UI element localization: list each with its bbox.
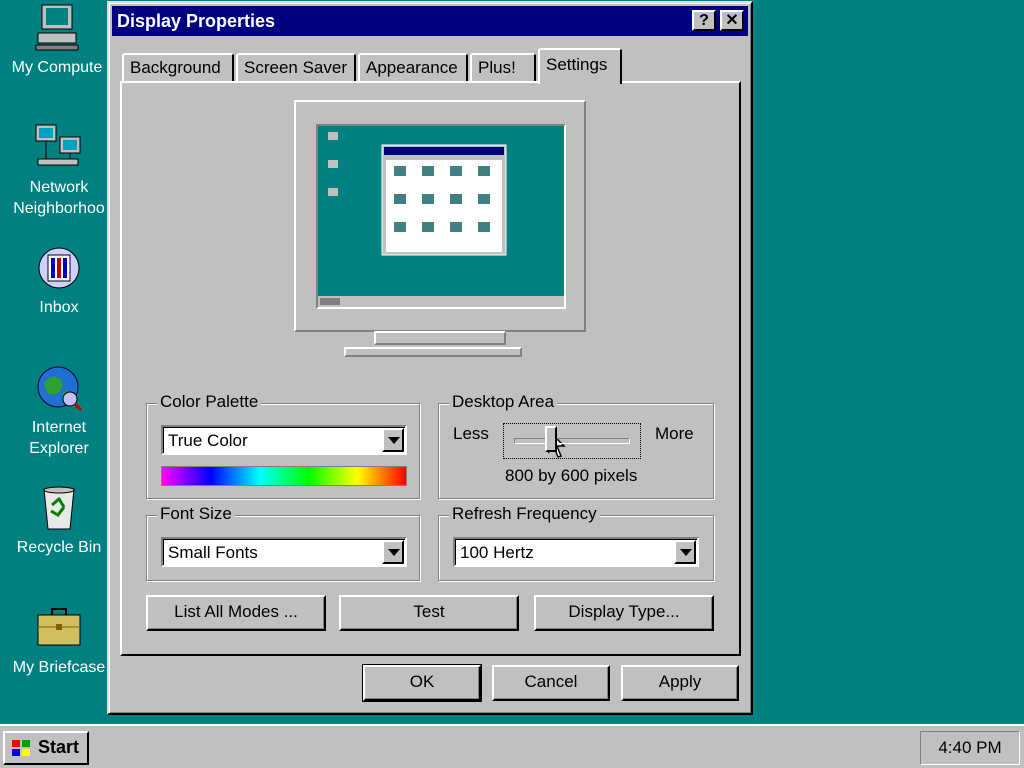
monitor-base bbox=[374, 331, 506, 345]
tab-screen-saver[interactable]: Screen Saver bbox=[236, 53, 356, 82]
desktop-icon-label: Inbox bbox=[39, 299, 79, 316]
monitor-screen bbox=[316, 124, 566, 309]
color-palette-value: True Color bbox=[168, 431, 248, 450]
desktop-icon-network-neighborhood[interactable]: Network Neighborhoo bbox=[4, 123, 114, 219]
color-palette-select[interactable]: True Color bbox=[161, 425, 407, 455]
display-type-button[interactable]: Display Type... bbox=[534, 595, 714, 631]
screen-thumbnail bbox=[318, 132, 564, 307]
desktop-icon-label: Network Neighborhoo bbox=[13, 179, 105, 217]
test-button[interactable]: Test bbox=[339, 595, 519, 631]
chevron-down-icon[interactable] bbox=[382, 428, 404, 452]
font-size-select[interactable]: Small Fonts bbox=[161, 537, 407, 567]
color-palette-group: Color Palette True Color bbox=[146, 392, 420, 499]
window-title: Display Properties bbox=[117, 11, 276, 31]
title-bar[interactable]: Display Properties ? ✕ bbox=[112, 6, 748, 36]
display-properties-window: Display Properties ? ✕ Background Screen… bbox=[107, 1, 753, 715]
network-icon bbox=[34, 123, 84, 173]
tab-background[interactable]: Background bbox=[122, 53, 234, 82]
windows-logo-icon bbox=[12, 740, 30, 756]
slider-track bbox=[514, 438, 630, 444]
tab-settings[interactable]: Settings bbox=[538, 48, 622, 84]
desktop-icon-label: My Briefcase bbox=[12, 659, 106, 676]
desktop-icon-my-computer[interactable]: My Compute bbox=[2, 3, 112, 78]
refresh-frequency-label: Refresh Frequency bbox=[449, 504, 600, 524]
desktop-icon-label: My Compute bbox=[11, 59, 103, 76]
desktop-icon-inbox[interactable]: Inbox bbox=[4, 243, 114, 318]
taskbar: Start 4:40 PM bbox=[0, 724, 1024, 768]
chevron-down-icon[interactable] bbox=[674, 540, 696, 564]
color-palette-label: Color Palette bbox=[157, 392, 262, 412]
system-clock[interactable]: 4:40 PM bbox=[920, 731, 1020, 765]
cancel-button[interactable]: Cancel bbox=[492, 665, 610, 701]
inbox-icon bbox=[34, 243, 84, 293]
start-button[interactable]: Start bbox=[3, 731, 89, 765]
desktop-icon-internet-explorer[interactable]: Internet Explorer bbox=[4, 363, 114, 459]
refresh-frequency-value: 100 Hertz bbox=[460, 543, 534, 562]
resolution-text: 800 by 600 pixels bbox=[505, 466, 638, 485]
desktop-area-label: Desktop Area bbox=[449, 392, 558, 412]
monitor-stand bbox=[344, 347, 522, 357]
tab-appearance[interactable]: Appearance bbox=[358, 53, 468, 82]
monitor-preview bbox=[294, 100, 586, 332]
apply-button[interactable]: Apply bbox=[621, 665, 739, 701]
recycle-bin-icon bbox=[34, 483, 84, 533]
briefcase-icon bbox=[34, 603, 84, 653]
list-all-modes-button[interactable]: List All Modes ... bbox=[146, 595, 326, 631]
desktop-area-group: Desktop Area Less More 800 by 600 pixels bbox=[438, 392, 714, 499]
start-label: Start bbox=[38, 737, 80, 757]
desktop-icon-label: Recycle Bin bbox=[16, 539, 102, 556]
more-label: More bbox=[655, 424, 694, 443]
computer-icon bbox=[32, 3, 82, 53]
ok-button[interactable]: OK bbox=[362, 664, 482, 702]
desktop-icon-label: Internet Explorer bbox=[29, 419, 89, 457]
chevron-down-icon[interactable] bbox=[382, 540, 404, 564]
refresh-frequency-select[interactable]: 100 Hertz bbox=[453, 537, 699, 567]
internet-explorer-icon bbox=[34, 363, 84, 413]
less-label: Less bbox=[453, 424, 489, 443]
refresh-frequency-group: Refresh Frequency 100 Hertz bbox=[438, 504, 714, 581]
desktop-icon-my-briefcase[interactable]: My Briefcase bbox=[4, 603, 114, 678]
desktop-area-slider[interactable] bbox=[503, 423, 641, 459]
font-size-label: Font Size bbox=[157, 504, 235, 524]
font-size-value: Small Fonts bbox=[168, 543, 258, 562]
slider-thumb[interactable] bbox=[544, 426, 557, 452]
font-size-group: Font Size Small Fonts bbox=[146, 504, 420, 581]
tab-plus[interactable]: Plus! bbox=[470, 53, 536, 82]
close-button[interactable]: ✕ bbox=[720, 10, 744, 31]
settings-panel: Color Palette True Color Desktop Area Le… bbox=[120, 81, 741, 656]
help-button[interactable]: ? bbox=[692, 10, 716, 31]
color-spectrum-bar bbox=[161, 466, 407, 486]
desktop-icon-recycle-bin[interactable]: Recycle Bin bbox=[4, 483, 114, 558]
